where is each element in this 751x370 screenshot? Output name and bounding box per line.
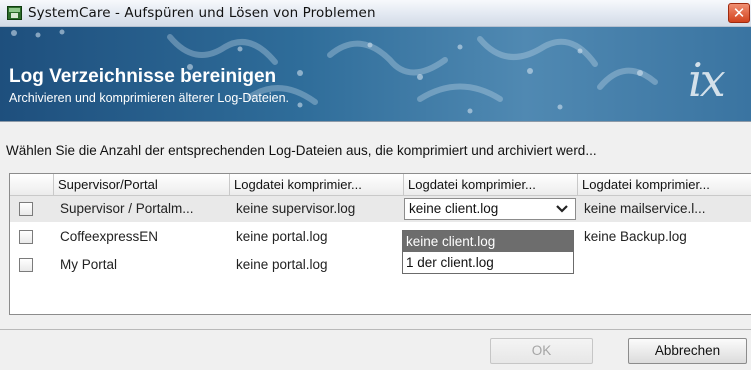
systemcare-app-icon	[7, 6, 22, 20]
row-name: CoffeexpressEN	[60, 229, 159, 244]
header-banner: Log Verzeichnisse bereinigen Archivieren…	[0, 27, 751, 121]
instruction-text: Wählen Sie die Anzahl der entsprechenden…	[6, 143, 597, 158]
supervisor-log-cell[interactable]: keine supervisor.log	[236, 196, 402, 222]
table-header-logdatei-3[interactable]: Logdatei komprimier...	[578, 174, 751, 196]
banner-title: Log Verzeichnisse bereinigen	[9, 66, 277, 87]
table-row[interactable]: CoffeexpressEN keine portal.log keine Ba…	[10, 224, 751, 250]
row-name: Supervisor / Portalm...	[60, 201, 194, 216]
footer-divider	[0, 329, 751, 330]
close-button[interactable]: ✕	[728, 3, 750, 23]
dialog-window: SystemCare - Aufspüren und Lösen von Pro…	[0, 0, 751, 370]
table-row[interactable]: Supervisor / Portalm... keine supervisor…	[10, 196, 751, 222]
log-table: Supervisor/Portal Logdatei komprimier...…	[9, 173, 751, 315]
row-checkbox[interactable]	[19, 258, 33, 272]
table-header-checkbox	[10, 174, 54, 196]
row-checkbox[interactable]	[19, 202, 33, 216]
portal-log-cell[interactable]: keine portal.log	[236, 252, 402, 278]
dropdown-option-keine-client-log[interactable]: keine client.log	[403, 231, 573, 252]
ok-button[interactable]: OK	[490, 338, 593, 364]
client-log-combobox[interactable]: keine client.log	[404, 198, 576, 220]
dropdown-option-1-der-client-log[interactable]: 1 der client.log	[403, 252, 573, 273]
backup-log-cell[interactable]: keine Backup.log	[584, 224, 749, 250]
banner-subtitle: Archivieren und komprimieren älterer Log…	[9, 91, 289, 105]
mailservice-log-cell[interactable]: keine mailservice.l...	[584, 196, 749, 222]
row-checkbox[interactable]	[19, 230, 33, 244]
portal-log-cell[interactable]: keine portal.log	[236, 224, 402, 250]
title-bar[interactable]: SystemCare - Aufspüren und Lösen von Pro…	[0, 0, 751, 27]
client-log-dropdown-list: keine client.log 1 der client.log	[402, 230, 574, 274]
window-title: SystemCare - Aufspüren und Lösen von Pro…	[28, 5, 376, 21]
table-header-logdatei-1[interactable]: Logdatei komprimier...	[230, 174, 404, 196]
combobox-value: keine client.log	[409, 201, 499, 216]
chevron-down-icon[interactable]	[553, 200, 571, 218]
banner-divider	[0, 121, 751, 122]
table-header-supervisor[interactable]: Supervisor/Portal	[54, 174, 230, 196]
ix-brand-logo: ix	[688, 53, 726, 107]
table-row[interactable]: My Portal keine portal.log	[10, 252, 751, 278]
table-header-logdatei-2[interactable]: Logdatei komprimier...	[404, 174, 578, 196]
row-name: My Portal	[60, 257, 118, 272]
cancel-button[interactable]: Abbrechen	[628, 338, 747, 364]
